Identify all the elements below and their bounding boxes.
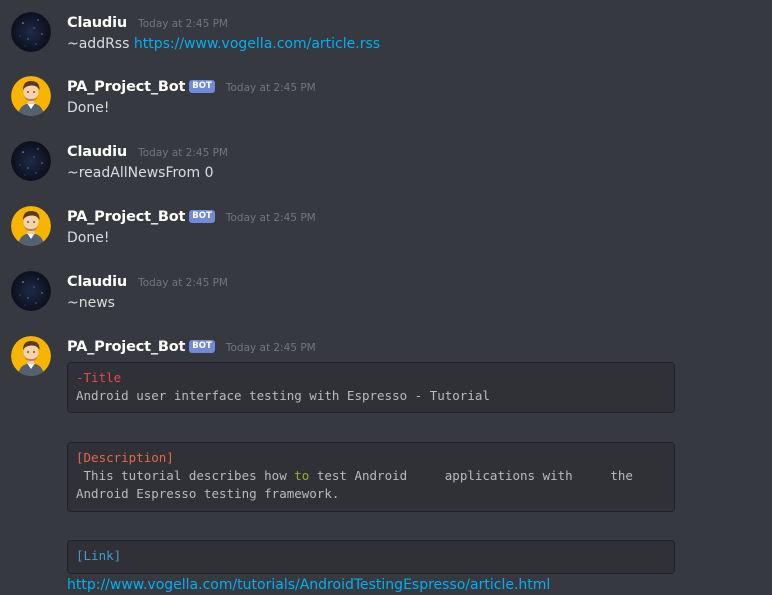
timestamp: Today at 2:45 PM (138, 147, 228, 159)
code-block-description: [Description] This tutorial describes ho… (67, 442, 675, 512)
username[interactable]: Claudiu (67, 274, 127, 290)
message-header: Claudiu Today at 2:45 PM (67, 271, 228, 291)
bot-tag: BOT (189, 80, 215, 93)
timestamp: Today at 2:45 PM (225, 342, 316, 354)
title-value: Android user interface testing with Espr… (76, 388, 490, 403)
chat-messages: Claudiu Today at 2:45 PM ~addRss https:/… (0, 0, 772, 595)
user-avatar-icon[interactable] (11, 12, 51, 52)
link-label: [Link] (76, 548, 122, 563)
bot-tag: BOT (189, 340, 215, 353)
command-text: ~addRss (67, 36, 130, 52)
description-label: [Description] (76, 450, 174, 465)
timestamp: Today at 2:45 PM (225, 212, 316, 224)
bot-avatar-icon[interactable] (11, 336, 51, 376)
username[interactable]: Claudiu (67, 15, 127, 31)
username[interactable]: PA_Project_Bot (67, 209, 185, 225)
username[interactable]: PA_Project_Bot (67, 339, 185, 355)
message-content: ~news (67, 295, 115, 311)
timestamp: Today at 2:45 PM (225, 82, 316, 94)
username[interactable]: PA_Project_Bot (67, 79, 185, 95)
article-link[interactable]: http://www.vogella.com/tutorials/Android… (67, 575, 550, 595)
title-label: -Title (76, 370, 122, 385)
username[interactable]: Claudiu (67, 144, 127, 160)
message-header: PA_Project_Bot BOT Today at 2:45 PM (67, 76, 316, 96)
message-header: Claudiu Today at 2:45 PM (67, 12, 228, 32)
bot-avatar-icon[interactable] (11, 206, 51, 246)
rss-link[interactable]: https://www.vogella.com/article.rss (134, 36, 380, 52)
user-avatar-icon[interactable] (11, 271, 51, 311)
code-block-title: -Title Android user interface testing wi… (67, 362, 675, 413)
timestamp: Today at 2:45 PM (138, 18, 228, 30)
message-header: PA_Project_Bot BOT Today at 2:45 PM (67, 206, 316, 226)
message-content: Done! (67, 230, 110, 246)
bot-avatar-icon[interactable] (11, 76, 51, 116)
timestamp: Today at 2:45 PM (138, 277, 228, 289)
description-text-part1: This tutorial describes how (76, 468, 295, 483)
description-text-part2: test Android applications with the (309, 468, 633, 483)
message-content: ~readAllNewsFrom 0 (67, 165, 214, 181)
message-header: Claudiu Today at 2:45 PM (67, 141, 228, 161)
bot-tag: BOT (189, 210, 215, 223)
message-header: PA_Project_Bot BOT Today at 2:45 PM (67, 336, 316, 356)
message-content: Done! (67, 100, 110, 116)
user-avatar-icon[interactable] (11, 141, 51, 181)
code-block-link: [Link] (67, 540, 675, 574)
description-keyword: to (294, 468, 310, 483)
description-text-line2: Android Espresso testing framework. (76, 486, 340, 501)
message-content: ~addRss https://www.vogella.com/article.… (67, 34, 380, 54)
